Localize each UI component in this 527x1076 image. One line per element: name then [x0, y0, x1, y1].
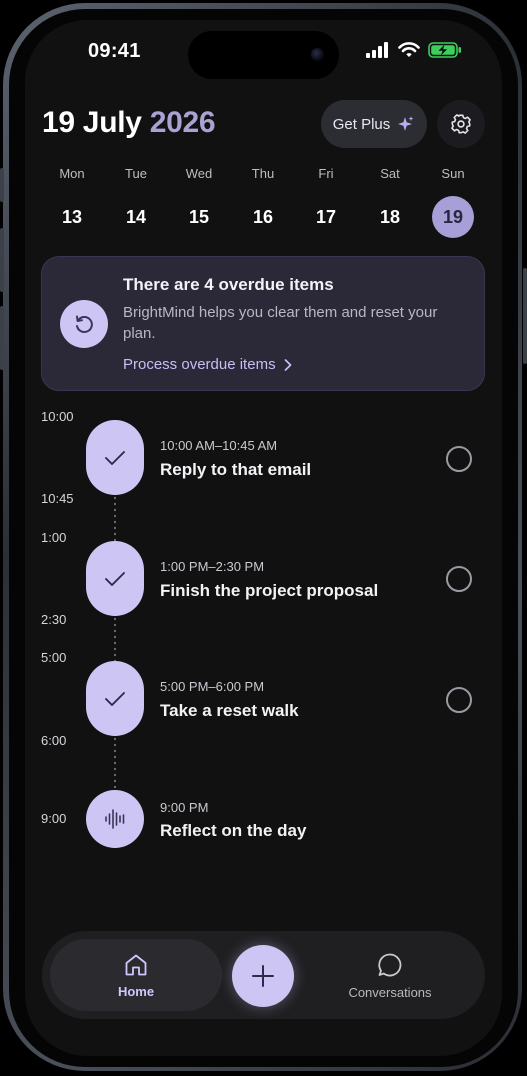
voice-wave-icon	[105, 809, 125, 829]
overdue-title: There are 4 overdue items	[123, 275, 334, 294]
overdue-card[interactable]: There are 4 overdue items BrightMind hel…	[41, 256, 485, 391]
task-checkbox[interactable]	[446, 446, 472, 472]
task-checkbox[interactable]	[446, 566, 472, 592]
camera-icon	[311, 48, 324, 61]
status-icons	[366, 42, 462, 58]
nav-conversations[interactable]: Conversations	[310, 939, 470, 1011]
day-number: 14	[125, 207, 147, 227]
overdue-description: BrightMind helps you clear them and rese…	[123, 304, 438, 342]
reset-icon	[76, 315, 93, 333]
signal-icon	[366, 42, 388, 58]
day-number: 13	[61, 207, 83, 227]
day-name: Tue	[125, 166, 147, 181]
task-start-time: 5:00	[41, 650, 67, 665]
task-complete-toggle[interactable]	[86, 541, 144, 616]
nav-home-label: Home	[117, 983, 155, 999]
task-end-time: 2:30	[41, 612, 67, 627]
day-number: 16	[252, 207, 274, 227]
get-plus-button[interactable]: Get Plus	[321, 100, 427, 148]
task-title[interactable]: Finish the project proposal	[160, 581, 378, 601]
bottom-nav: Home Conversations	[42, 931, 485, 1019]
battery-charging-icon	[428, 42, 461, 58]
status-time: 09:41	[88, 40, 141, 62]
task-time-range: 5:00 PM–6:00 PM	[160, 679, 265, 694]
home-icon	[125, 954, 147, 975]
task-complete-toggle[interactable]	[86, 420, 144, 495]
task-checkbox[interactable]	[446, 687, 472, 713]
task-start-time: 10:00	[41, 409, 74, 424]
task-end-time: 6:00	[41, 733, 67, 748]
process-overdue-label: Process overdue items	[123, 356, 276, 373]
week-strip: Mon 13 Tue 14 Wed 15 Thu 16 Fri 17 Sat 1…	[41, 166, 485, 238]
task-complete-toggle[interactable]	[86, 661, 144, 736]
task-title[interactable]: Take a reset walk	[160, 701, 299, 721]
settings-button[interactable]	[437, 100, 485, 148]
volume-down-button	[0, 306, 4, 370]
page-title: 19 July 2026	[42, 106, 216, 140]
day-thu[interactable]: Thu 16	[241, 166, 285, 238]
chevron-right-icon	[284, 358, 291, 371]
day-name: Sat	[380, 166, 400, 181]
check-icon	[105, 691, 125, 706]
reflect-voice-button[interactable]	[86, 790, 144, 848]
timeline-connector	[114, 736, 116, 792]
gear-icon	[451, 114, 471, 134]
day-mon[interactable]: Mon 13	[50, 166, 94, 238]
timeline-connector	[114, 495, 116, 545]
day-number: 17	[315, 207, 337, 227]
day-fri[interactable]: Fri 17	[304, 166, 348, 238]
task-title[interactable]: Reply to that email	[160, 460, 311, 480]
reset-icon-badge	[60, 300, 108, 348]
screen: 09:41 19 July 2026 Get Plus Mon 13 Tue 1…	[25, 20, 502, 1056]
day-name: Mon	[59, 166, 85, 181]
day-number: 18	[379, 207, 401, 227]
plus-icon	[252, 965, 274, 987]
day-number: 15	[188, 207, 210, 227]
day-number: 19	[432, 196, 474, 238]
action-button	[0, 168, 4, 202]
date-year: 2026	[149, 106, 216, 139]
nav-home[interactable]: Home	[50, 939, 222, 1011]
get-plus-label: Get Plus	[332, 115, 391, 133]
day-tue[interactable]: Tue 14	[114, 166, 158, 238]
day-sun-selected[interactable]: Sun 19	[431, 166, 475, 238]
task-end-time: 10:45	[41, 491, 74, 506]
timeline-connector	[114, 616, 116, 666]
check-icon	[105, 450, 125, 465]
task-start-time: 1:00	[41, 530, 67, 545]
date-day-month: 19 July	[42, 106, 142, 139]
volume-up-button	[0, 228, 4, 292]
add-button[interactable]	[232, 945, 294, 1007]
day-name: Thu	[251, 166, 275, 181]
chat-bubble-icon	[378, 953, 402, 976]
dynamic-island	[188, 31, 339, 79]
day-name: Wed	[185, 166, 213, 181]
nav-conversations-label: Conversations	[348, 984, 432, 1000]
wifi-icon	[398, 42, 420, 57]
task-time-range: 1:00 PM–2:30 PM	[160, 559, 265, 574]
process-overdue-link[interactable]: Process overdue items	[123, 356, 292, 373]
day-name: Sun	[441, 166, 465, 181]
power-button	[523, 268, 527, 364]
day-wed[interactable]: Wed 15	[177, 166, 221, 238]
day-sat[interactable]: Sat 18	[368, 166, 412, 238]
task-start-time: 9:00	[41, 811, 67, 826]
task-title[interactable]: Reflect on the day	[160, 821, 306, 841]
sparkle-icon	[398, 116, 414, 131]
task-time-range: 10:00 AM–10:45 AM	[160, 438, 278, 453]
check-icon	[105, 571, 125, 586]
day-name: Fri	[318, 166, 334, 181]
task-time-range: 9:00 PM	[160, 800, 209, 815]
